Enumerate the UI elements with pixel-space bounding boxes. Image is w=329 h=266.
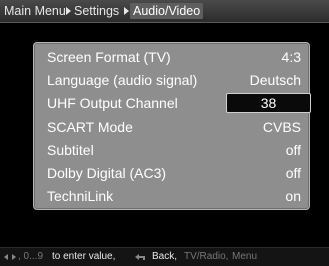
setting-value: off <box>285 165 301 181</box>
breadcrumb: Main Menu Settings Audio/Video <box>0 0 329 23</box>
setting-value: CVBS <box>262 119 301 135</box>
help-range-text: , 0...9 <box>18 251 44 262</box>
setting-label: Screen Format (TV) <box>47 49 171 65</box>
setting-value: 4:3 <box>281 49 301 65</box>
help-back-text: Back, <box>152 251 178 262</box>
setting-row-language[interactable]: Language (audio signal) Deutsch <box>47 70 307 90</box>
setting-label: Subtitel <box>47 142 94 158</box>
help-enter-value-text: to enter value, <box>52 251 116 262</box>
setting-value: Deutsch <box>249 72 301 88</box>
help-menu-text: Menu <box>232 251 258 262</box>
arrow-keys-icon <box>4 254 16 260</box>
breadcrumb-separator-icon <box>66 7 71 15</box>
setting-row-screen-format[interactable]: Screen Format (TV) 4:3 <box>47 47 307 67</box>
back-arrow-icon <box>135 254 145 260</box>
breadcrumb-main-menu[interactable]: Main Menu <box>4 3 66 19</box>
setting-value: off <box>285 142 301 158</box>
breadcrumb-audio-video: Audio/Video <box>130 3 204 19</box>
setting-row-technilink[interactable]: TechniLink on <box>47 186 307 206</box>
setting-label: TechniLink <box>47 188 114 204</box>
setting-label: UHF Output Channel <box>47 95 178 111</box>
help-tv-radio-text: TV/Radio, <box>184 251 229 262</box>
breadcrumb-settings[interactable]: Settings <box>74 3 119 19</box>
setting-value: on <box>285 188 301 204</box>
setting-row-dolby-digital[interactable]: Dolby Digital (AC3) off <box>47 163 307 183</box>
setting-row-scart-mode[interactable]: SCART Mode CVBS <box>47 117 307 137</box>
setting-label: Dolby Digital (AC3) <box>47 165 167 181</box>
uhf-channel-input[interactable]: 38 <box>226 93 311 113</box>
setting-row-subtitel[interactable]: Subtitel off <box>47 140 307 160</box>
help-bar: , 0...9 to enter value, Back, TV/Radio, … <box>0 247 329 266</box>
setting-label: SCART Mode <box>47 119 133 135</box>
breadcrumb-separator-icon <box>124 7 129 15</box>
setting-label: Language (audio signal) <box>47 72 198 88</box>
